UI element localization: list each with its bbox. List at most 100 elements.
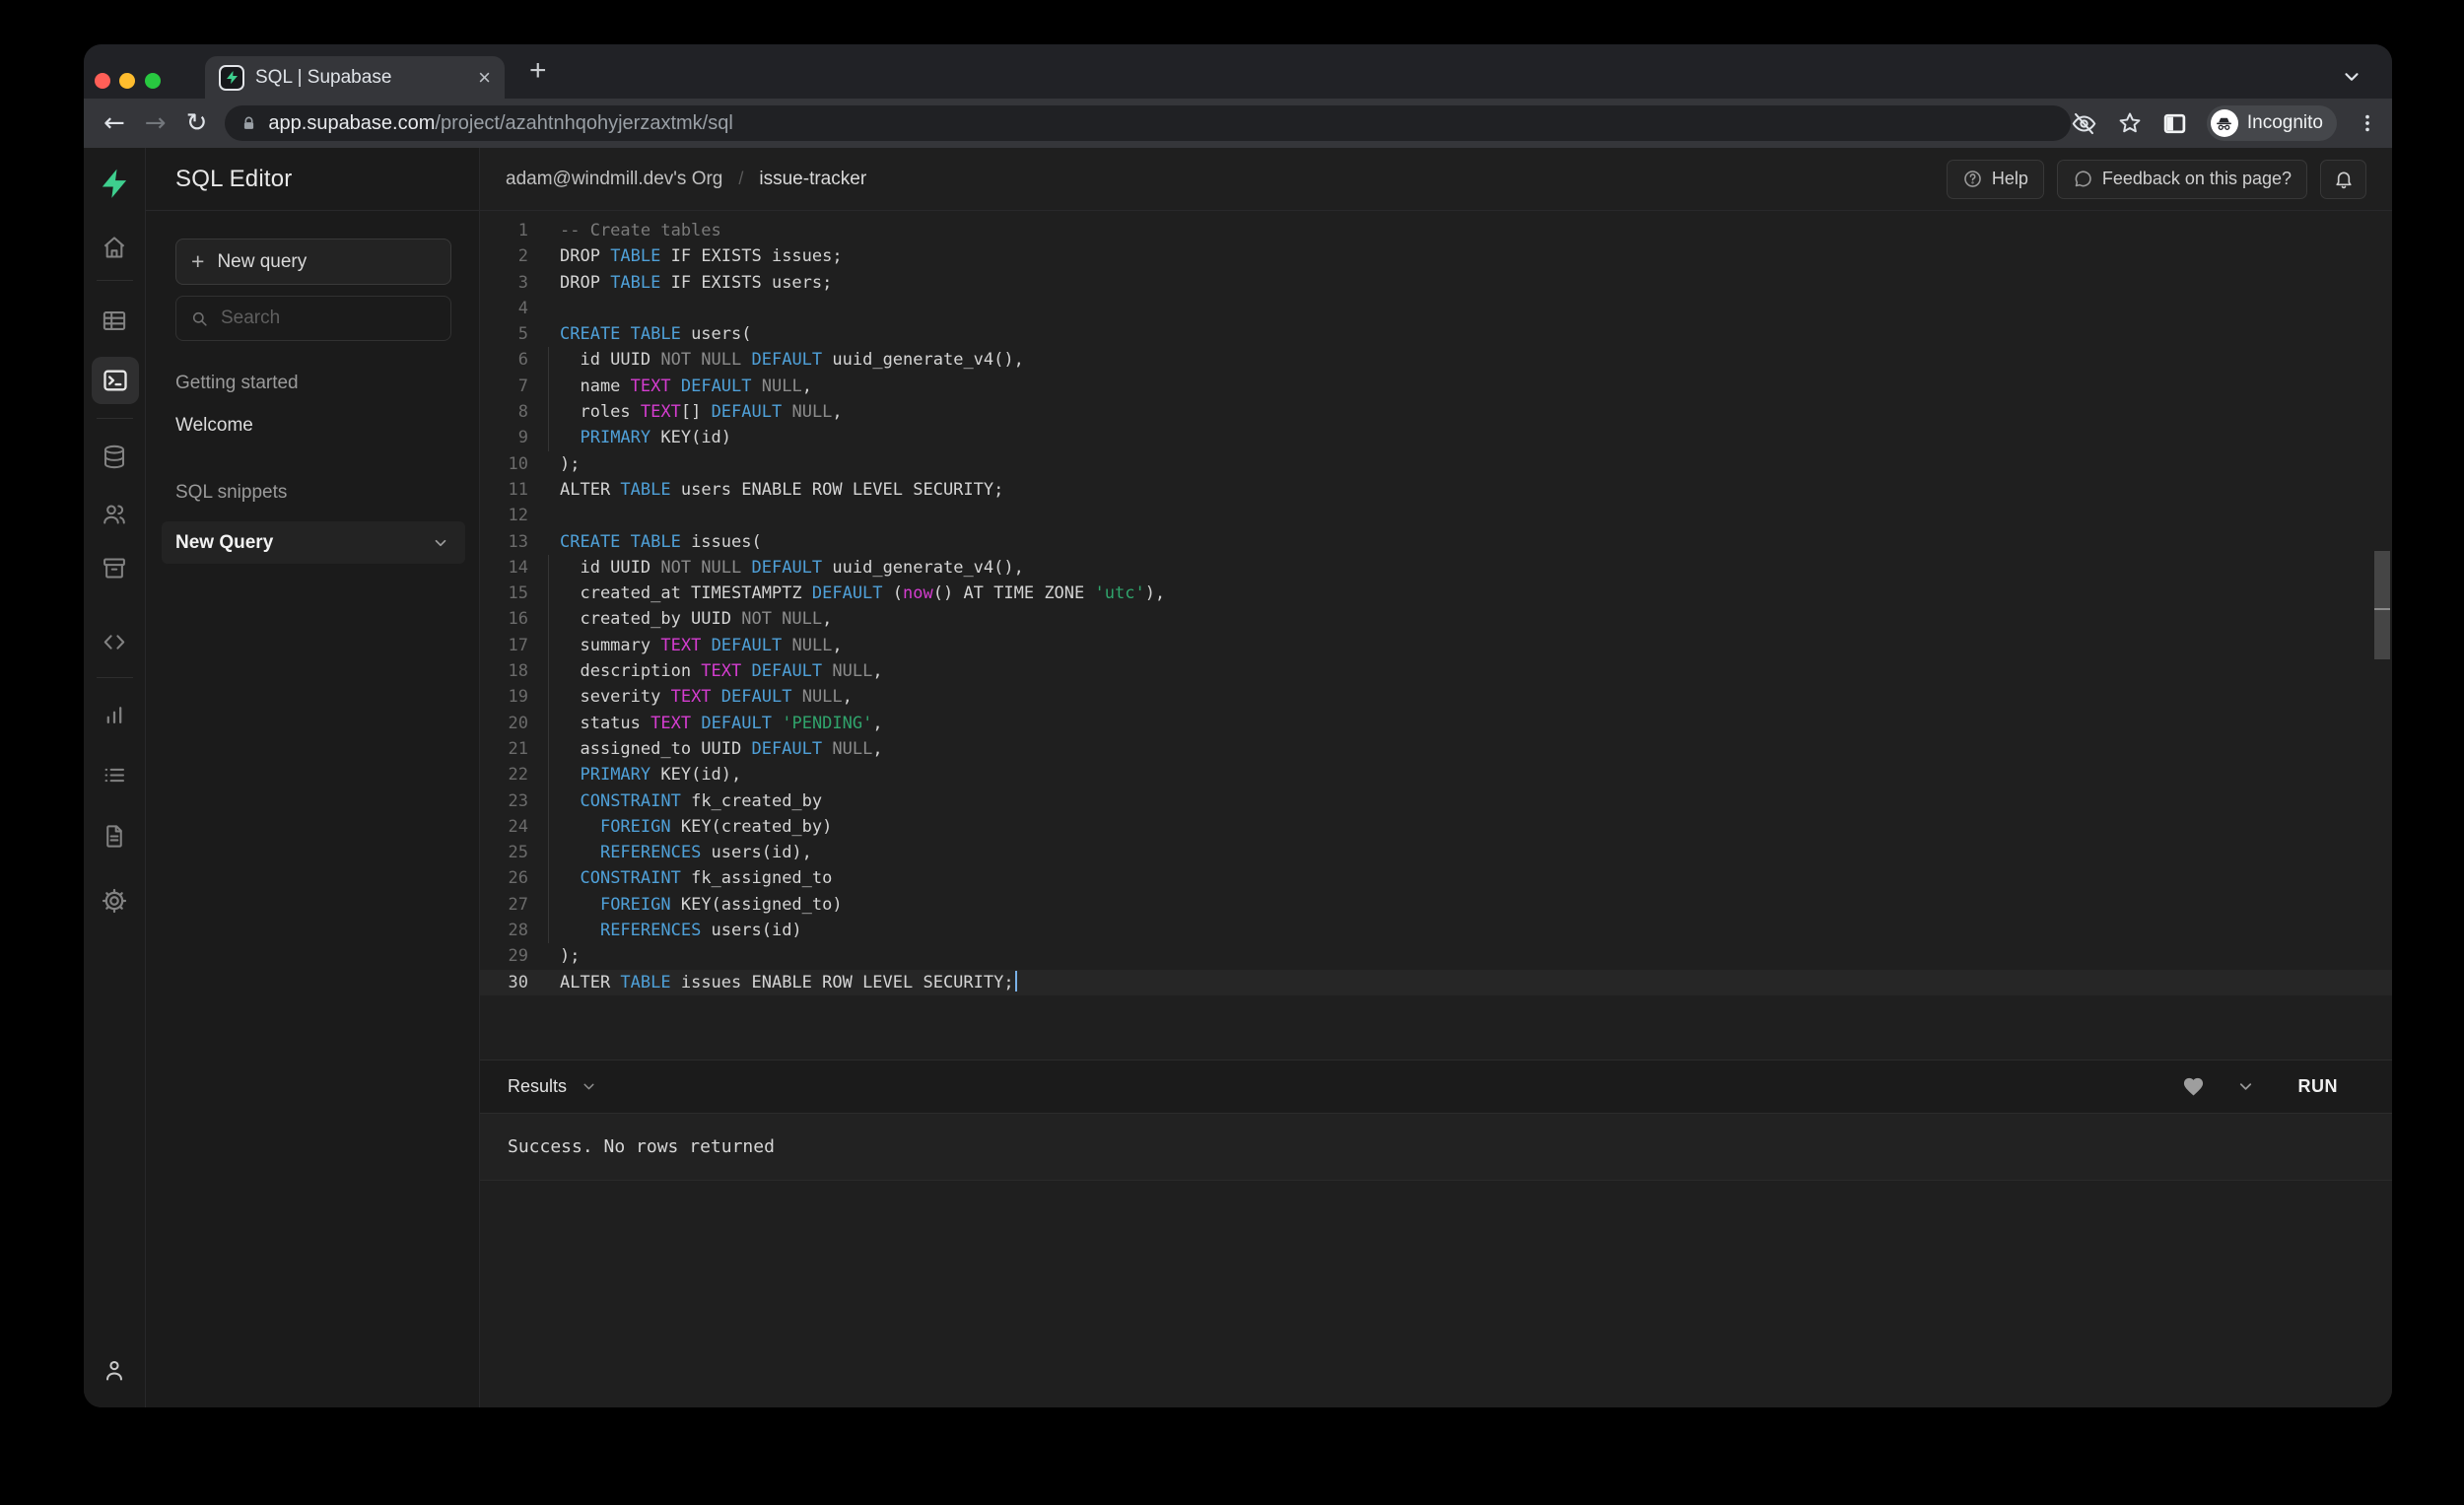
editor-scrollbar[interactable] [2374,551,2390,659]
new-tab-button[interactable]: + [529,54,547,88]
code-line[interactable]: 7 name TEXT DEFAULT NULL, [480,374,2392,399]
code-line[interactable]: 18 description TEXT DEFAULT NULL, [480,658,2392,684]
sidebar-sections: Getting startedWelcomeSQL snippetsNew Qu… [175,373,449,564]
line-number: 16 [480,606,528,632]
search-input[interactable]: Search [175,296,451,341]
close-window-button[interactable] [95,73,110,89]
code-text: FOREIGN KEY(created_by) [528,814,832,840]
sidebar-item-settings[interactable] [101,887,128,915]
star-icon[interactable] [2117,110,2143,136]
sidebar-item-home[interactable] [102,235,128,261]
rail-divider [97,418,133,419]
code-line[interactable]: 15 created_at TIMESTAMPTZ DEFAULT (now()… [480,581,2392,606]
sql-code-editor[interactable]: 1-- Create tables2DROP TABLE IF EXISTS i… [480,211,2392,1060]
code-line[interactable]: 23 CONSTRAINT fk_created_by [480,788,2392,814]
code-line[interactable]: 30ALTER TABLE issues ENABLE ROW LEVEL SE… [480,970,2392,995]
code-line[interactable]: 21 assigned_to UUID DEFAULT NULL, [480,736,2392,762]
notifications-button[interactable] [2320,160,2366,199]
tab-close-icon[interactable]: × [478,67,491,89]
code-line[interactable]: 10); [480,451,2392,477]
sidebar-item-database[interactable] [102,444,128,470]
favorite-heart-icon[interactable] [2182,1075,2205,1098]
browser-tab[interactable]: SQL | Supabase × [205,56,505,99]
breadcrumb-project[interactable]: issue-tracker [759,169,866,190]
code-line[interactable]: 9 PRIMARY KEY(id) [480,425,2392,450]
code-text: CREATE TABLE issues( [528,529,762,555]
sidebar-item-reports[interactable] [102,702,128,728]
code-line[interactable]: 16 created_by UUID NOT NULL, [480,606,2392,632]
code-text: CONSTRAINT fk_assigned_to [528,865,832,891]
account-button[interactable] [102,1357,128,1384]
code-line[interactable]: 28 REFERENCES users(id) [480,918,2392,943]
line-number: 6 [480,347,528,373]
code-line[interactable]: 19 severity TEXT DEFAULT NULL, [480,684,2392,710]
indent-guide [548,865,549,891]
code-line[interactable]: 4 [480,296,2392,321]
code-line[interactable]: 29); [480,943,2392,969]
code-line[interactable]: 12 [480,503,2392,528]
code-line[interactable]: 3DROP TABLE IF EXISTS users; [480,270,2392,296]
code-line[interactable]: 17 summary TEXT DEFAULT NULL, [480,633,2392,658]
help-button[interactable]: Help [1947,160,2044,199]
code-line[interactable]: 1-- Create tables [480,218,2392,243]
reload-button[interactable]: ↻ [176,110,218,136]
indent-guide [548,347,549,373]
code-line[interactable]: 22 PRIMARY KEY(id), [480,762,2392,787]
lock-icon [240,115,257,132]
code-line[interactable]: 14 id UUID NOT NULL DEFAULT uuid_generat… [480,555,2392,581]
line-number: 21 [480,736,528,762]
sidebar-item-storage[interactable] [102,555,128,581]
code-line[interactable]: 6 id UUID NOT NULL DEFAULT uuid_generate… [480,347,2392,373]
sidebar-item-sql-editor[interactable] [92,357,139,404]
code-line[interactable]: 26 CONSTRAINT fk_assigned_to [480,865,2392,891]
sidebar-item-label: New Query [175,532,273,554]
code-text: assigned_to UUID DEFAULT NULL, [528,736,883,762]
run-options-chevron-icon[interactable] [2236,1077,2255,1096]
run-button[interactable]: RUN [2298,1076,2339,1097]
sidebar-item-api-docs[interactable] [102,823,128,850]
sidebar-item-table-editor[interactable] [102,308,128,334]
line-number: 20 [480,711,528,736]
minimize-window-button[interactable] [119,73,135,89]
code-text: REFERENCES users(id), [528,840,812,865]
code-line[interactable]: 11ALTER TABLE users ENABLE ROW LEVEL SEC… [480,477,2392,503]
forward-button[interactable]: → [135,110,176,136]
code-text [528,503,560,528]
code-line[interactable]: 2DROP TABLE IF EXISTS issues; [480,243,2392,269]
code-line[interactable]: 20 status TEXT DEFAULT 'PENDING', [480,711,2392,736]
line-number: 22 [480,762,528,787]
back-button[interactable]: ← [94,110,135,136]
sidebar-section-header: SQL snippets [175,482,449,504]
browser-window: SQL | Supabase × + ← → ↻ app.supabase.co… [84,44,2392,1407]
sidebar-item-authentication[interactable] [102,501,128,527]
new-query-button[interactable]: + New query [175,239,451,285]
chevron-down-icon[interactable] [581,1078,597,1095]
feedback-button[interactable]: Feedback on this page? [2057,160,2307,199]
indent-guide [548,762,549,787]
line-number: 2 [480,243,528,269]
line-number: 9 [480,425,528,450]
code-line[interactable]: 24 FOREIGN KEY(created_by) [480,814,2392,840]
more-vertical-icon[interactable] [2357,112,2378,134]
breadcrumb-org[interactable]: adam@windmill.dev's Org [506,169,722,190]
side-panel-icon[interactable] [2162,111,2187,136]
sidebar-item-logs[interactable] [102,762,128,788]
line-number: 8 [480,399,528,425]
code-line[interactable]: 13CREATE TABLE issues( [480,529,2392,555]
sidebar-item-edge-functions[interactable] [102,629,128,655]
sidebar-item-new-query[interactable]: New Query [162,521,465,564]
code-line[interactable]: 27 FOREIGN KEY(assigned_to) [480,892,2392,918]
code-line[interactable]: 8 roles TEXT[] DEFAULT NULL, [480,399,2392,425]
supabase-logo[interactable] [99,168,130,199]
code-line[interactable]: 25 REFERENCES users(id), [480,840,2392,865]
zoom-window-button[interactable] [145,73,161,89]
code-line[interactable]: 5CREATE TABLE users( [480,321,2392,347]
incognito-badge[interactable]: Incognito [2207,105,2337,141]
address-bar[interactable]: app.supabase.com/project/azahtnhqohyjerz… [225,105,2070,141]
results-dropdown[interactable]: Results [508,1076,567,1097]
sidebar-item-welcome[interactable]: Welcome [175,415,449,437]
eye-off-icon[interactable] [2071,110,2097,137]
browser-toolbar: ← → ↻ app.supabase.com/project/azahtnhqo… [84,99,2392,148]
line-number: 12 [480,503,528,528]
tab-search-chevron-icon[interactable] [2341,66,2362,88]
